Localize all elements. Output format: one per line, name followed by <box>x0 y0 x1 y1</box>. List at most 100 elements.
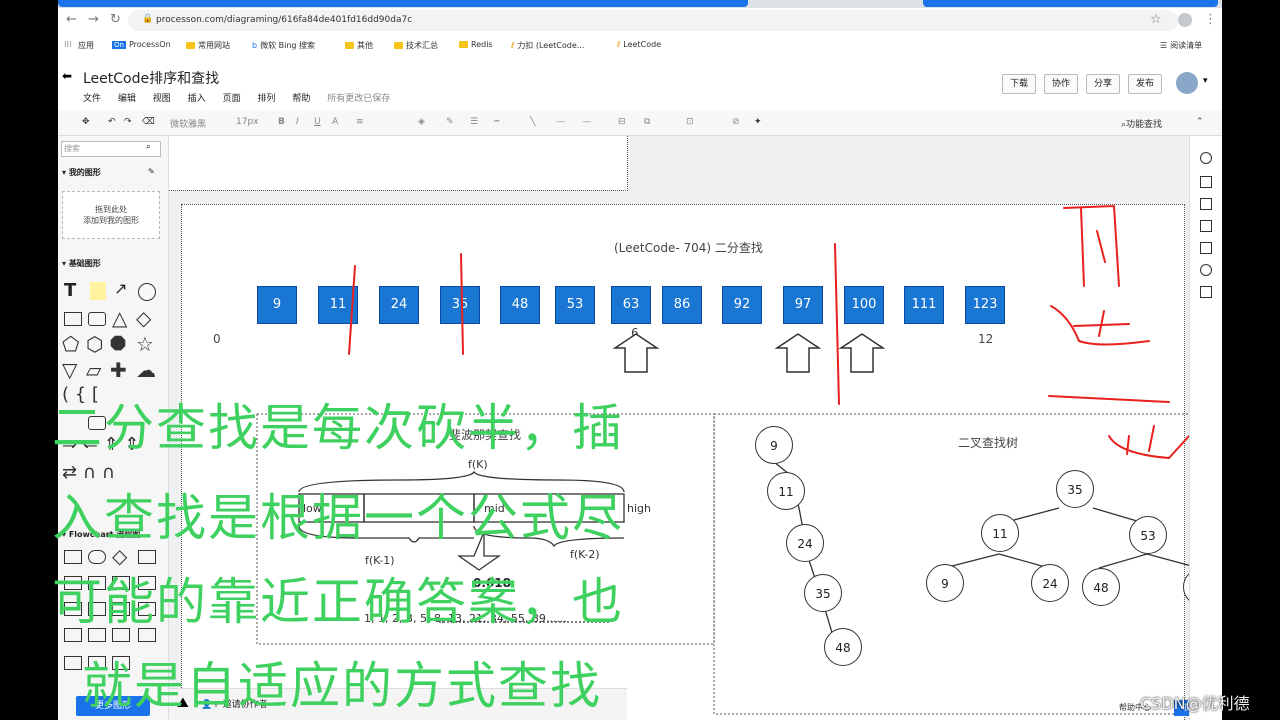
publish-button[interactable]: 发布 <box>1128 74 1162 94</box>
line-style-icon[interactable]: ┅ <box>494 117 499 127</box>
bst-node[interactable]: 35 <box>1056 470 1094 508</box>
collaborate-button[interactable]: 协作 <box>1044 74 1078 94</box>
basic-shapes-header[interactable]: ▾ 基础图形 <box>62 258 101 269</box>
feature-search[interactable]: ⌕功能查找 <box>1121 117 1162 130</box>
chain-node[interactable]: 35 <box>804 574 842 612</box>
link-icon[interactable]: ⊘ <box>732 117 740 127</box>
bookmark-apps[interactable]: 应用 <box>78 40 94 51</box>
bst-node[interactable]: 9 <box>926 564 964 602</box>
bookmark-bing[interactable]: b 微软 Bing 搜索 <box>252 40 315 51</box>
up-arrow-shape[interactable] <box>838 333 886 373</box>
up-arrow-shape[interactable] <box>612 333 660 373</box>
download-button[interactable]: 下载 <box>1002 74 1036 94</box>
my-shapes-header[interactable]: ▾ 我的图形 <box>62 167 101 178</box>
star-shape-icon[interactable]: ☆ <box>136 332 154 356</box>
forward-icon[interactable]: → <box>88 12 99 27</box>
connector-icon[interactable]: ╲ <box>530 117 535 127</box>
menu-page[interactable]: 页面 <box>223 94 241 104</box>
bookmark-other[interactable]: 其他 <box>345 40 373 51</box>
format-painter-icon[interactable]: ✥ <box>82 117 90 127</box>
parallelogram-shape-icon[interactable]: ▱ <box>86 358 101 382</box>
reading-list[interactable]: ☰ 阅读清单 <box>1160 40 1202 51</box>
reload-icon[interactable]: ↻ <box>110 12 121 27</box>
bookmark-processon[interactable]: On ProcessOn <box>112 40 171 49</box>
bst-node[interactable]: 48 <box>1082 568 1120 606</box>
comment-icon[interactable] <box>1200 286 1212 298</box>
bst-node[interactable]: 24 <box>1031 564 1069 602</box>
menu-view[interactable]: 视图 <box>153 94 171 104</box>
hexagon-shape-icon[interactable]: ⬡ <box>86 332 103 356</box>
diamond-shape-icon[interactable]: ◇ <box>136 306 151 330</box>
line-width-icon[interactable]: ☰ <box>470 117 478 127</box>
style-icon[interactable] <box>1200 176 1212 188</box>
profile-avatar[interactable] <box>1178 13 1192 27</box>
menu-file[interactable]: 文件 <box>83 94 101 104</box>
share-button[interactable]: 分享 <box>1086 74 1120 94</box>
drop-zone[interactable]: 拖到此处 添加到我的图形 <box>62 191 160 239</box>
menu-insert[interactable]: 插入 <box>188 94 206 104</box>
font-size-select[interactable]: 17px <box>236 117 259 127</box>
chain-node[interactable]: 24 <box>786 524 824 562</box>
collapse-icon[interactable]: ⌃ <box>1196 117 1204 127</box>
offpage-shape-icon[interactable] <box>64 656 82 670</box>
text-shape-icon[interactable]: T <box>64 280 76 301</box>
align-icon[interactable]: ≡ <box>356 117 364 127</box>
star-icon[interactable]: ☆ <box>1150 12 1162 27</box>
apps-icon[interactable]: ⁝⁝⁝ <box>64 40 72 49</box>
underline-icon[interactable]: U <box>314 117 321 127</box>
inverted-triangle-shape-icon[interactable]: ▽ <box>62 358 77 382</box>
undo-icon[interactable]: ↶ <box>108 117 116 127</box>
line-color-icon[interactable]: ✎ <box>446 117 454 127</box>
rectangle-shape-icon[interactable] <box>64 312 82 326</box>
pentagon-shape-icon[interactable]: ⬠ <box>62 332 79 356</box>
edit-icon[interactable]: ✎ <box>148 167 155 176</box>
chain-node[interactable]: 48 <box>824 628 862 666</box>
line-shape-icon[interactable]: ↗ <box>114 279 127 298</box>
rounded-rect-shape-icon[interactable] <box>88 312 106 326</box>
font-color-icon[interactable]: A <box>332 117 338 127</box>
chevron-down-icon[interactable]: ▾ <box>1203 76 1208 86</box>
tab[interactable] <box>923 0 1218 7</box>
search-icon[interactable]: ⌕ <box>146 142 151 152</box>
arrow-start-icon[interactable]: — <box>556 117 565 127</box>
bst-title[interactable]: 二叉查找树 <box>958 434 1018 451</box>
font-family-select[interactable]: 微软雅黑 <box>170 117 206 130</box>
octagon-shape-icon[interactable]: ⯃ <box>110 332 126 356</box>
bookmark-redis[interactable]: Redis <box>459 40 493 49</box>
circle-shape-icon[interactable] <box>138 283 156 301</box>
cloud-shape-icon[interactable]: ☁ <box>136 358 156 382</box>
navigator-icon[interactable] <box>1200 152 1212 164</box>
up-arrow-shape[interactable] <box>774 333 822 373</box>
back-icon[interactable]: ← <box>66 12 77 27</box>
bst-node[interactable]: 11 <box>981 514 1019 552</box>
magic-icon[interactable]: ✦ <box>754 117 762 127</box>
data-icon[interactable] <box>1200 198 1212 210</box>
chain-node[interactable]: 11 <box>767 472 805 510</box>
group-icon[interactable]: ⧉ <box>644 117 650 127</box>
fill-color-icon[interactable]: ◈ <box>418 117 425 127</box>
arrow-end-icon[interactable]: — <box>582 117 591 127</box>
more-icon[interactable]: ⋮ <box>1204 12 1217 27</box>
back-home-icon[interactable]: ⬅ <box>62 69 72 83</box>
user-avatar[interactable] <box>1176 72 1198 94</box>
bst-node[interactable]: 53 <box>1129 516 1167 554</box>
bookmark-tech[interactable]: 技术汇总 <box>394 40 438 51</box>
note-shape-icon[interactable] <box>90 282 106 300</box>
document-title[interactable]: LeetCode排序和查找 <box>83 68 219 88</box>
pages-icon[interactable] <box>1200 220 1212 232</box>
bookmark-leetcode-cn[interactable]: ℓ 力扣 (LeetCode... <box>511 40 584 51</box>
lock-icon[interactable]: 🔒 <box>142 14 153 24</box>
lock-shape-icon[interactable]: ⊡ <box>686 117 694 127</box>
url-text[interactable]: processon.com/diagraming/616fa84de401fd1… <box>156 15 412 25</box>
clear-format-icon[interactable]: ⌫ <box>142 117 155 127</box>
chain-node[interactable]: 9 <box>755 426 793 464</box>
page-icon[interactable] <box>1200 242 1212 254</box>
active-tab[interactable] <box>58 0 748 7</box>
bookmark-common[interactable]: 常用网站 <box>186 40 230 51</box>
italic-icon[interactable]: I <box>296 117 299 127</box>
menu-help[interactable]: 帮助 <box>292 94 310 104</box>
high-label[interactable]: high <box>627 502 651 515</box>
redo-icon[interactable]: ↷ <box>124 117 132 127</box>
cross-shape-icon[interactable]: ✚ <box>110 358 127 382</box>
bold-icon[interactable]: B <box>278 117 285 127</box>
